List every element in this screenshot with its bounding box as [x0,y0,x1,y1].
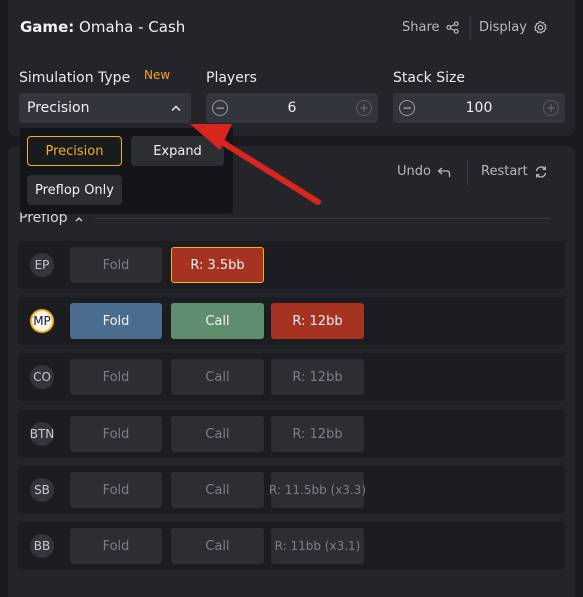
simulation-type-value: Precision [27,100,90,116]
stack-size-stepper: − 100 + [393,93,565,123]
position-badge-active: MP [30,309,54,333]
display-label: Display [479,20,527,35]
raise-button[interactable]: R: 12bb [271,303,364,339]
call-button[interactable]: Call [171,359,264,395]
option-preflop-only[interactable]: Preflop Only [27,175,122,205]
restart-label: Restart [481,164,528,179]
players-decrement-button[interactable]: − [212,100,228,116]
call-button[interactable]: Call [171,303,264,339]
action-row-ep: EP Fold R: 3.5bb [18,241,565,289]
stack-size-label: Stack Size [393,70,465,86]
call-button[interactable]: Call [171,416,264,452]
position-badge: EP [30,253,54,277]
position-badge: SB [30,478,54,502]
call-button[interactable]: Call [171,472,264,508]
position-badge: BTN [30,422,54,446]
share-icon [445,21,459,34]
section-divider [95,218,550,219]
action-row-bb: BB Fold Call R: 11bb (x3.1) [18,522,565,570]
raise-button[interactable]: R: 11.5bb (x3.3) [269,472,366,508]
toolbar-divider [467,160,468,186]
fold-button[interactable]: Fold [70,472,162,508]
stack-increment-button[interactable]: + [542,100,559,116]
players-stepper: − 6 + [206,93,378,123]
option-precision[interactable]: Precision [27,136,122,166]
simulation-type-select[interactable]: Precision [19,93,191,123]
call-button[interactable]: Call [171,528,264,564]
raise-button[interactable]: R: 12bb [271,416,364,452]
fold-button[interactable]: Fold [70,416,162,452]
undo-label: Undo [397,164,431,179]
chevron-up-icon [75,217,83,222]
action-row-sb: SB Fold Call R: 11.5bb (x3.3) [18,466,565,514]
players-increment-button[interactable]: + [355,100,372,116]
game-title: Game: Omaha - Cash [20,18,186,36]
simulation-type-dropdown: Precision Expand Preflop Only [20,128,233,214]
undo-button[interactable]: Undo [397,164,451,179]
option-expand[interactable]: Expand [131,136,224,166]
action-row-btn: BTN Fold Call R: 12bb [18,410,565,458]
fold-button[interactable]: Fold [70,303,162,339]
raise-button[interactable]: R: 12bb [271,359,364,395]
stack-decrement-button[interactable]: − [399,100,415,116]
raise-button[interactable]: R: 11bb (x3.1) [271,528,364,564]
share-button[interactable]: Share [402,20,459,35]
header-divider [470,16,471,40]
undo-icon [437,167,451,177]
action-row-mp: MP Fold Call R: 12bb [18,297,565,345]
game-name: Omaha - Cash [79,18,186,36]
share-label: Share [402,20,440,35]
stack-size-value: 100 [465,100,493,116]
players-value: 6 [287,100,297,116]
new-badge: New [144,68,171,82]
simulation-type-label: Simulation Type [19,70,131,86]
chevron-up-icon [171,105,181,111]
players-label: Players [206,70,257,86]
position-badge: CO [30,365,54,389]
fold-button[interactable]: Fold [70,528,162,564]
action-row-co: CO Fold Call R: 12bb [18,353,565,401]
fold-button[interactable]: Fold [70,359,162,395]
position-badge: BB [30,534,54,558]
restart-icon [535,165,546,178]
fold-button[interactable]: Fold [70,247,162,283]
display-button[interactable]: Display [479,20,548,35]
gear-icon [533,20,547,34]
restart-button[interactable]: Restart [481,164,548,179]
raise-button[interactable]: R: 3.5bb [171,247,264,283]
